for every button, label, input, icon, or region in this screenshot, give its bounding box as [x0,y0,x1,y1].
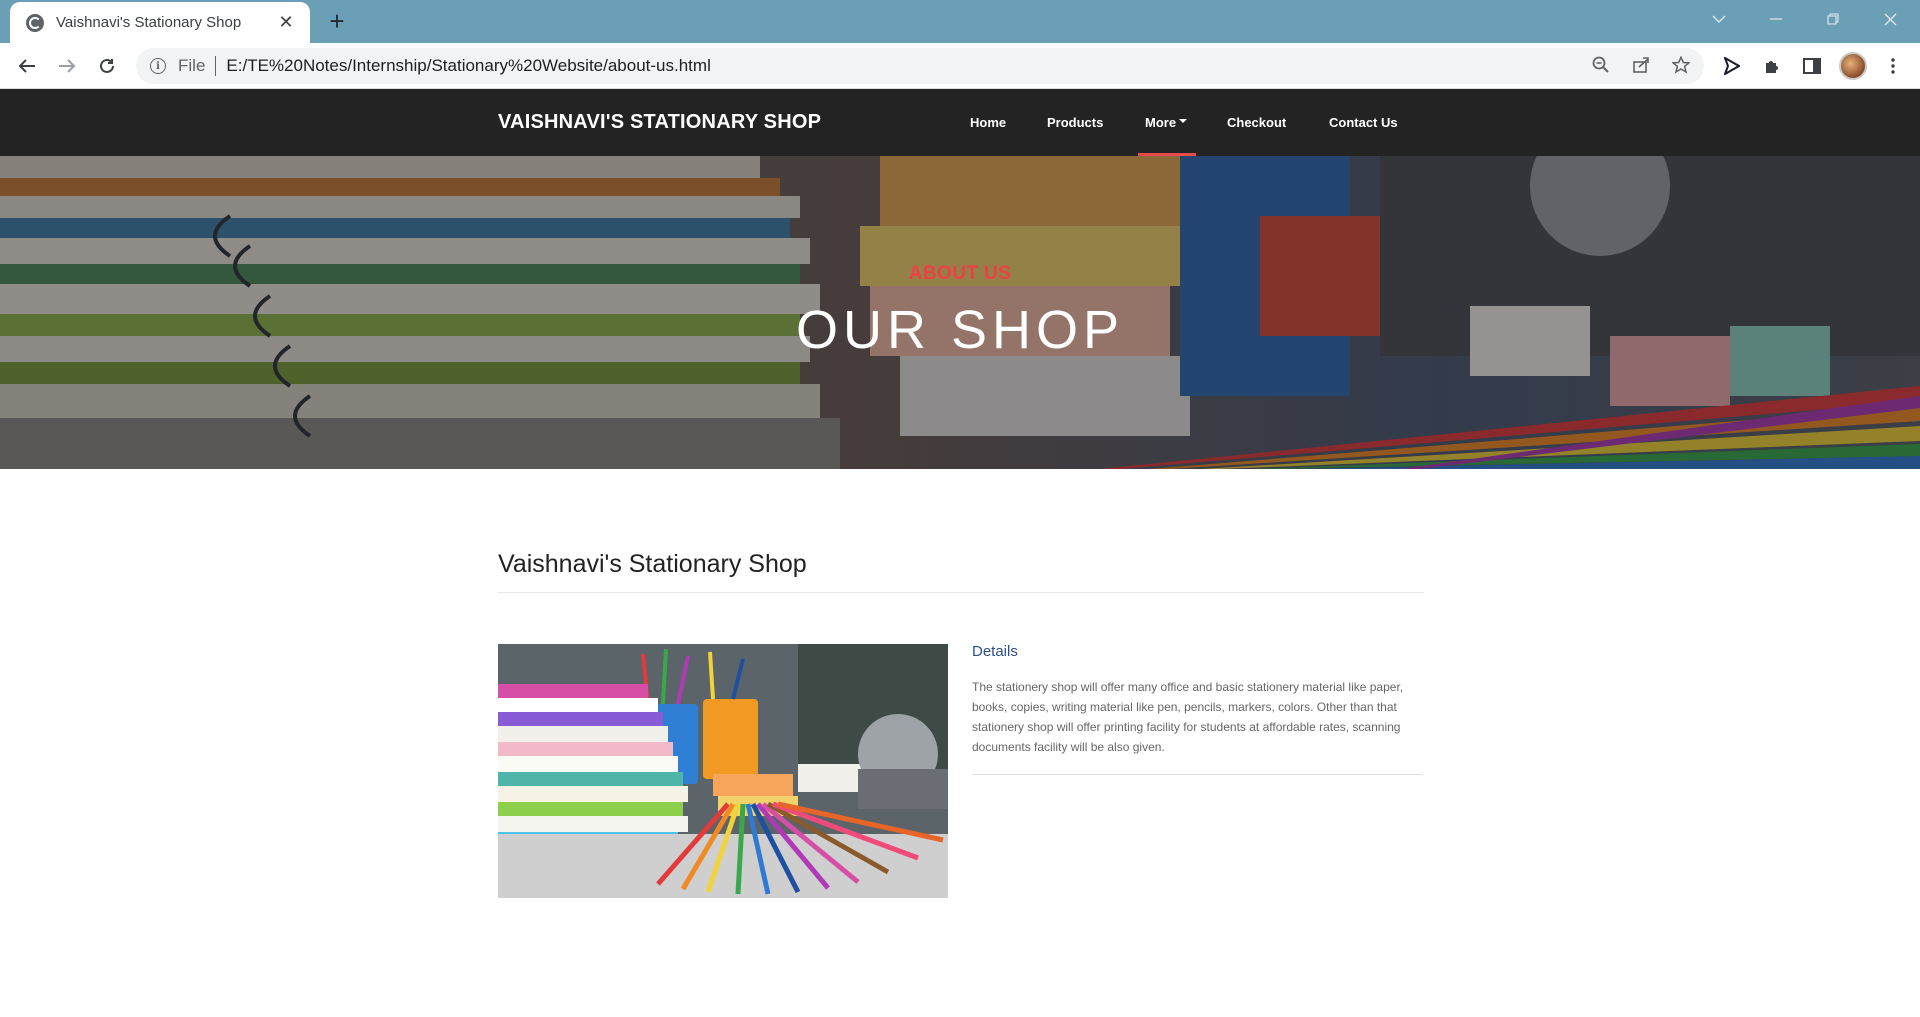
shop-photo [498,644,948,898]
minimize-icon[interactable] [1751,0,1801,38]
browser-tab-strip: Vaishnavi's Stationary Shop ✕ + [0,0,1920,43]
nav-link-checkout[interactable]: Checkout [1227,115,1286,130]
menu-icon[interactable] [1880,53,1906,79]
browser-toolbar: i File E:/TE%20Notes/Internship/Stationa… [0,43,1920,89]
details-divider [972,774,1423,775]
section-title: Vaishnavi's Stationary Shop [498,550,807,578]
tab-close-icon[interactable]: ✕ [276,12,296,33]
address-bar[interactable]: i File E:/TE%20Notes/Internship/Stationa… [136,48,1704,84]
nav-link-products[interactable]: Products [1047,115,1103,130]
close-window-icon[interactable] [1865,0,1915,38]
profile-avatar[interactable] [1839,52,1867,80]
hero-kicker: ABOUT US [908,263,1012,284]
nav-item-more[interactable]: More [1145,89,1188,156]
send-icon[interactable] [1719,53,1745,79]
globe-icon [26,13,44,32]
star-icon[interactable] [1669,53,1693,77]
back-icon[interactable] [12,51,42,81]
zoom-icon[interactable] [1589,53,1613,77]
hero-banner: ABOUT US OUR SHOP [0,156,1920,469]
sidepanel-icon[interactable] [1799,53,1825,79]
new-tab-button[interactable]: + [322,6,352,36]
address-url[interactable]: E:/TE%20Notes/Internship/Stationary%20We… [226,56,710,76]
nav-link-more[interactable]: More [1145,115,1176,130]
info-icon[interactable]: i [150,58,166,74]
nav-item-products[interactable]: Products [1047,89,1103,156]
details-title: Details [972,643,1018,660]
stationery-image [498,644,948,898]
address-separator [215,56,217,76]
hero-title: OUR SHOP [795,300,1125,360]
nav-link-contact[interactable]: Contact Us [1329,115,1398,130]
caret-down-icon [1179,118,1188,123]
nav-item-checkout[interactable]: Checkout [1227,89,1286,156]
address-scheme-label: File [178,56,206,75]
site-brand[interactable]: VAISHNAVI'S STATIONARY SHOP [498,111,821,134]
nav-item-contact[interactable]: Contact Us [1329,89,1398,156]
reload-icon[interactable] [92,51,122,81]
forward-icon[interactable] [52,51,82,81]
browser-tab[interactable]: Vaishnavi's Stationary Shop ✕ [10,2,310,43]
extensions-icon[interactable] [1759,53,1785,79]
details-text: The stationery shop will offer many offi… [972,680,1404,754]
restore-icon[interactable] [1808,0,1858,38]
tab-title: Vaishnavi's Stationary Shop [56,14,242,31]
share-icon[interactable] [1629,53,1653,77]
section-divider [498,592,1424,593]
nav-link-home[interactable]: Home [970,115,1006,130]
site-navbar: VAISHNAVI'S STATIONARY SHOP Home Product… [0,89,1920,156]
nav-item-home[interactable]: Home [970,89,1006,156]
tab-search-icon[interactable] [1694,0,1744,38]
